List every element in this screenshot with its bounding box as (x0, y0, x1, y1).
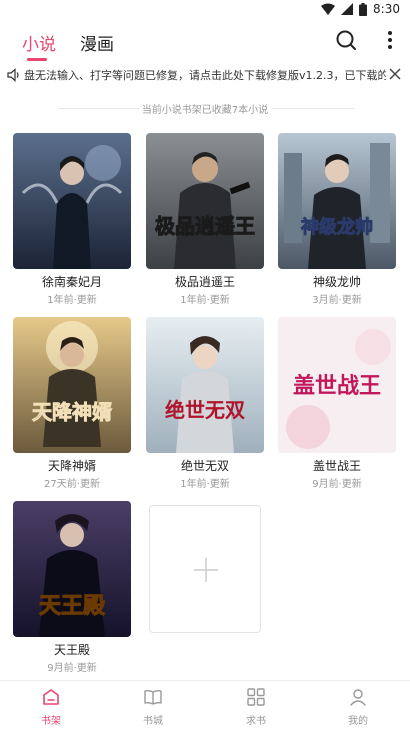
book-cover[interactable]: 极品逍遥王 (146, 133, 264, 269)
cover-title: 盖世战王 (293, 373, 381, 399)
status-icons: 8:30 (321, 2, 400, 16)
book-update-time: 3月前·更新 (312, 295, 362, 306)
close-icon[interactable] (388, 67, 402, 81)
cover-title: 神级龙帅 (301, 216, 373, 238)
nav-request-book[interactable]: 求书 (226, 685, 286, 729)
book-title: 神级龙帅 (312, 275, 361, 289)
plus-icon (194, 558, 218, 582)
nav-bookstore[interactable]: 书城 (123, 685, 183, 729)
bottom-nav: 书架 书城 求书 我的 (0, 680, 410, 730)
wifi-icon (321, 3, 336, 15)
nav-bookshelf[interactable]: 书架 (21, 685, 81, 729)
book-title: 极品逍遥王 (174, 275, 235, 289)
bookshelf-icon (43, 689, 59, 705)
book-update-time: 9月前·更新 (47, 663, 97, 674)
nav-profile[interactable]: 我的 (328, 685, 388, 729)
tab-comic[interactable]: 漫画 (80, 30, 114, 55)
signal-icon (341, 3, 354, 15)
speaker-icon (7, 68, 19, 82)
book-title: 天降神婿 (47, 459, 96, 473)
book-update-time: 9月前·更新 (312, 479, 362, 490)
nav-label: 书城 (143, 716, 163, 727)
cover-title: 天王殿 (39, 594, 106, 619)
shelf-count-info: 当前小说书架已收藏7本小说 (0, 98, 410, 118)
notice-banner[interactable]: 盘无法输入、打字等问题已修复，请点击此处下载修复版v1.2.3，已下载的 (0, 62, 410, 88)
book-cover[interactable]: 神级龙帅 (278, 133, 396, 269)
book-cover[interactable] (13, 133, 131, 269)
cover-title: 绝世无双 (165, 398, 245, 422)
book-title: 盖世战王 (312, 459, 361, 473)
book-cover[interactable]: 盖世战王 (278, 317, 396, 453)
book-open-icon (144, 689, 162, 705)
book-update-time: 1年前·更新 (180, 479, 230, 490)
book-cover[interactable]: 绝世无双 (146, 317, 264, 453)
cover-title: 极品逍遥王 (155, 214, 255, 238)
divider (272, 108, 354, 109)
notice-text[interactable]: 盘无法输入、打字等问题已修复，请点击此处下载修复版v1.2.3，已下载的 (24, 67, 386, 83)
cover-title: 天降神婿 (32, 400, 112, 424)
search-icon[interactable] (334, 28, 358, 52)
book-cover[interactable]: 天王殿 (13, 501, 131, 637)
book-update-time: 27天前·更新 (44, 479, 100, 490)
book-title: 徐南秦妃月 (41, 275, 102, 289)
top-tab-bar: 小说 漫画 (0, 20, 410, 61)
status-time: 8:30 (373, 2, 400, 16)
grid-icon (247, 688, 265, 706)
nav-label: 书架 (41, 716, 61, 727)
book-update-time: 1年前·更新 (47, 295, 97, 306)
tab-novel[interactable]: 小说 (22, 30, 56, 55)
book-update-time: 1年前·更新 (180, 295, 230, 306)
battery-icon (359, 2, 368, 16)
nav-label: 求书 (246, 716, 266, 727)
person-icon (350, 689, 366, 706)
status-bar: 8:30 (0, 0, 410, 20)
more-options-icon[interactable] (378, 28, 402, 52)
book-title: 绝世无双 (180, 459, 229, 473)
book-title: 天王殿 (53, 643, 90, 657)
active-tab-indicator (27, 58, 47, 61)
book-cover[interactable]: 天降神婿 (13, 317, 131, 453)
add-book-button[interactable] (149, 505, 261, 633)
nav-label: 我的 (348, 716, 368, 727)
